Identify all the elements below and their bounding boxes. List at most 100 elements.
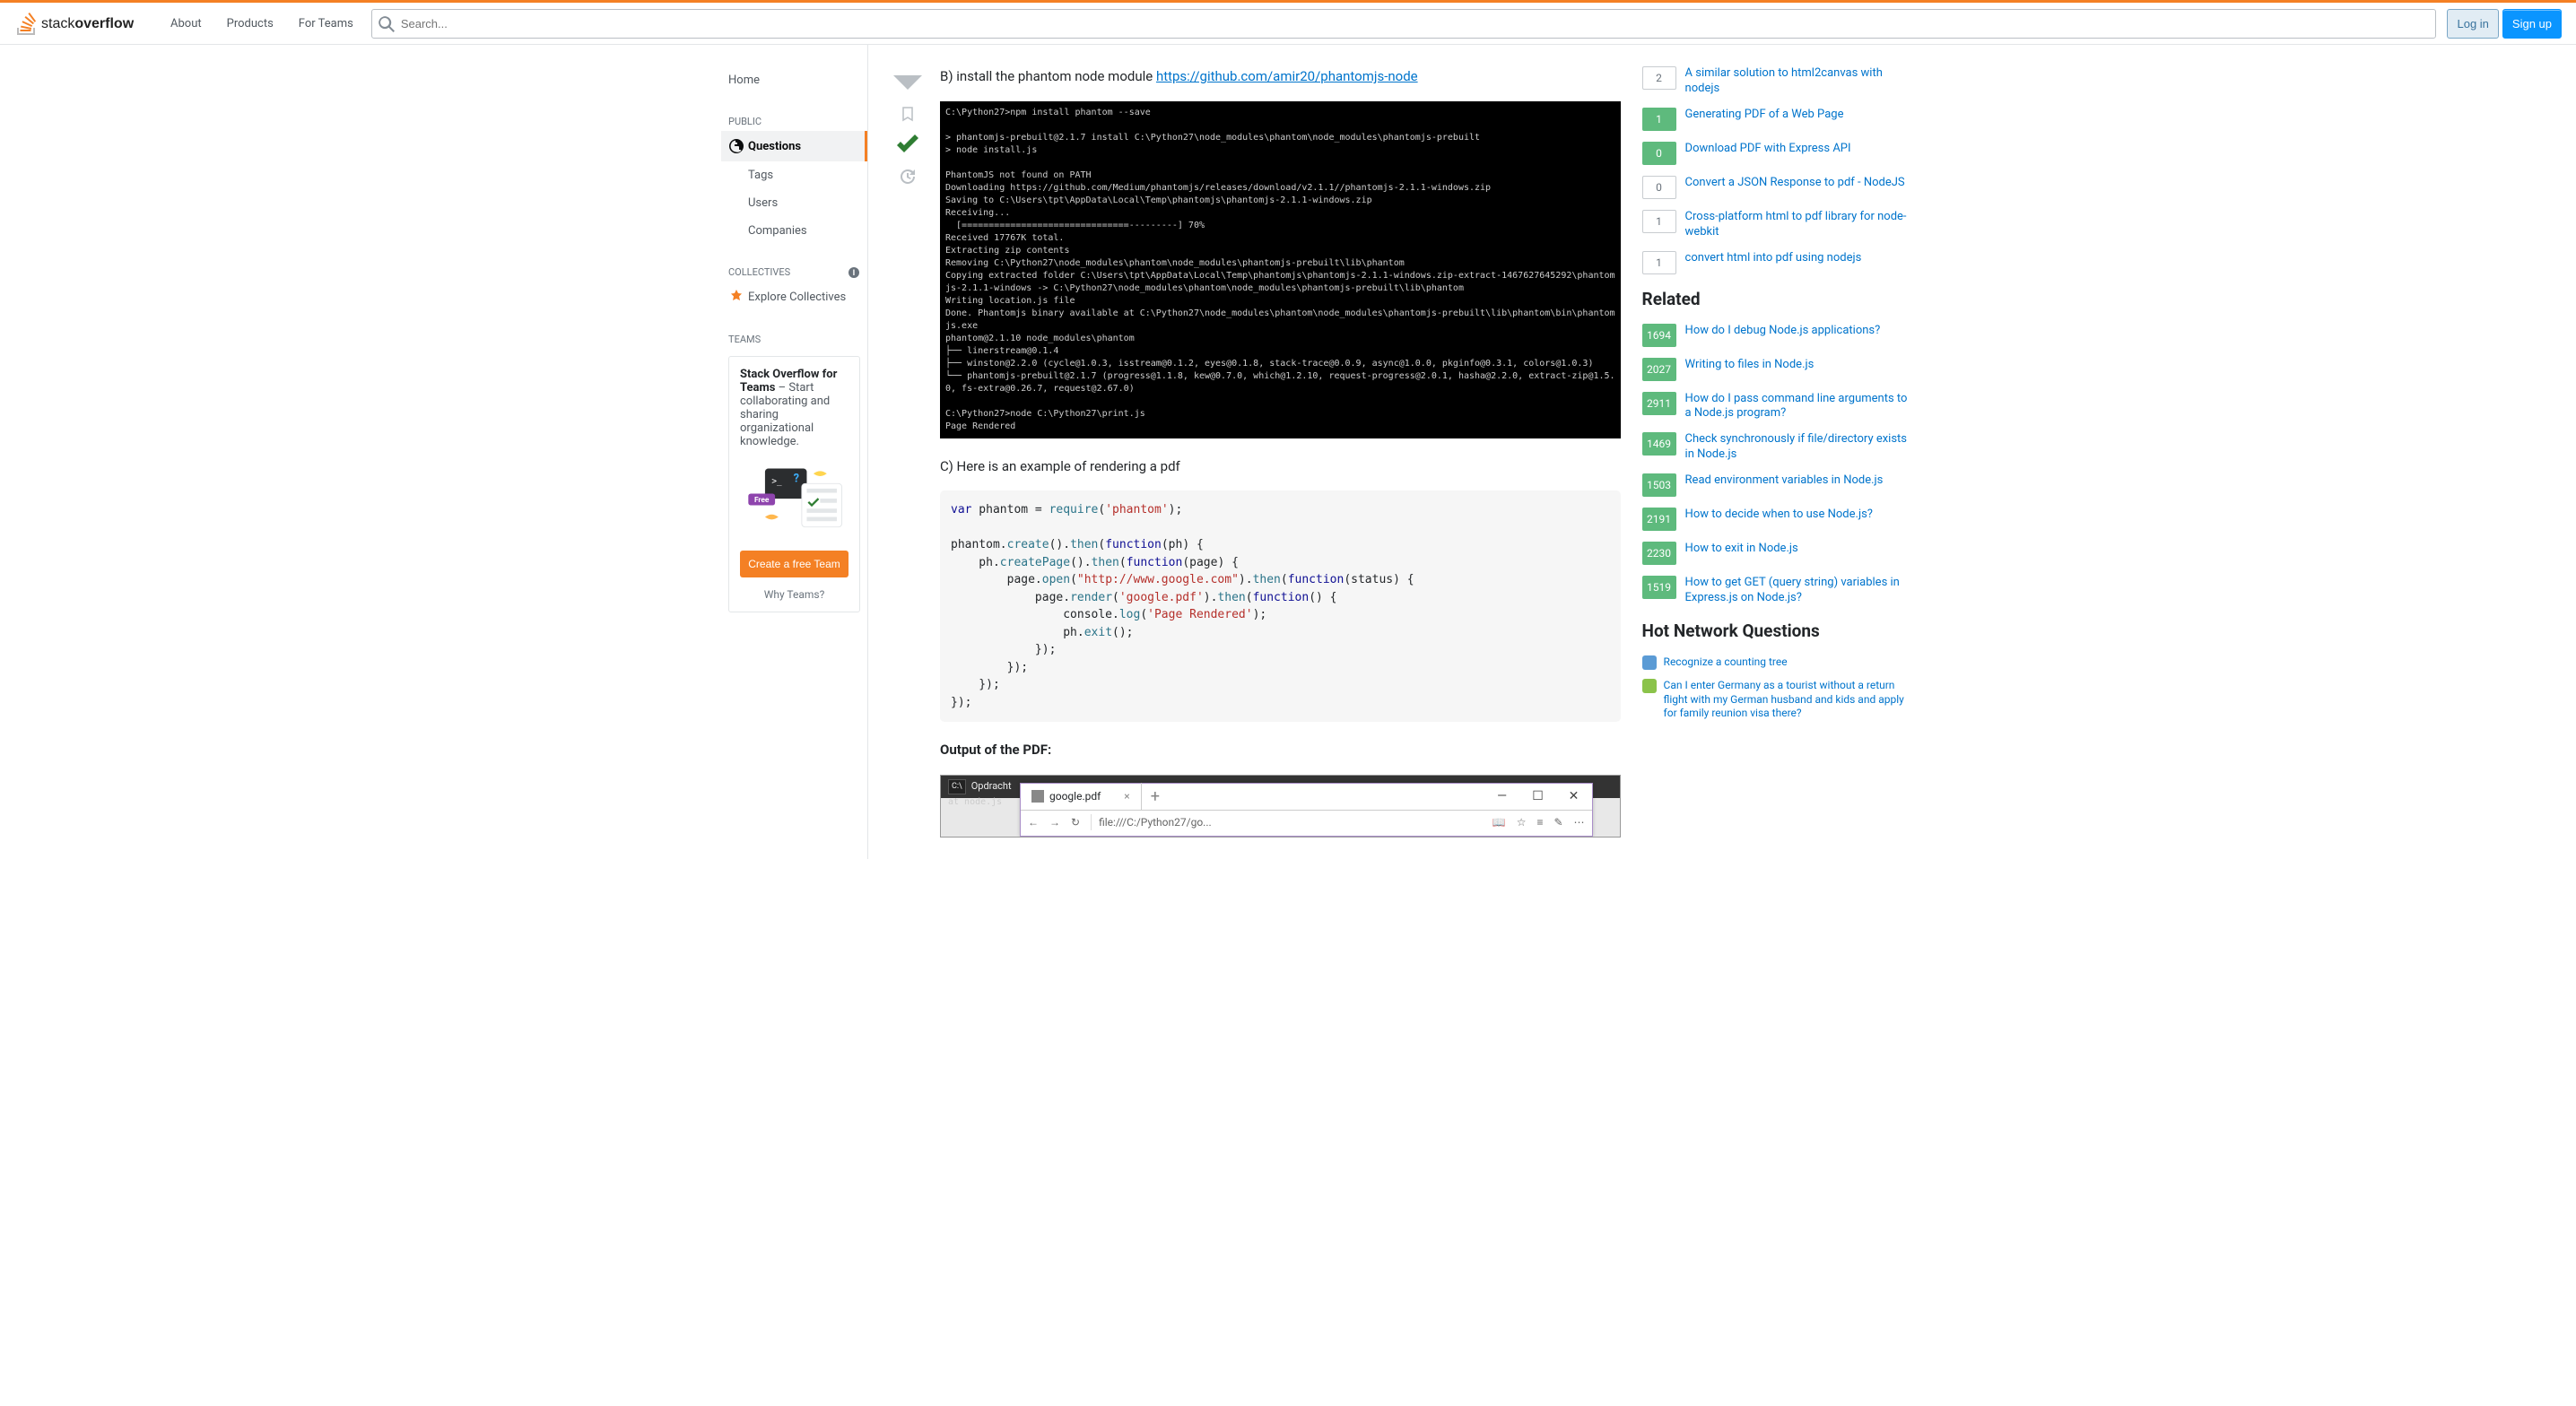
related-item: 2230 How to exit in Node.js: [1642, 542, 1911, 565]
topbar: stackoverflow About Products For Teams L…: [0, 0, 2576, 45]
section-b-text: B) install the phantom node module: [940, 68, 1156, 84]
svg-text:stackoverflow: stackoverflow: [41, 16, 135, 31]
nav-questions[interactable]: Questions: [721, 131, 867, 161]
related-question-link[interactable]: How to get GET (query string) variables …: [1685, 576, 1911, 606]
related-item: 1519 How to get GET (query string) variab…: [1642, 576, 1911, 606]
login-button[interactable]: Log in: [2447, 9, 2498, 39]
hnq-heading: Hot Network Questions: [1642, 621, 1911, 641]
terminal-screenshot: C:\Python27>npm install phantom --save >…: [940, 101, 1621, 438]
linked-item: 1Cross-platform html to pdf library for …: [1642, 210, 1911, 240]
linked-question-link[interactable]: Convert a JSON Response to pdf - NodeJS: [1685, 176, 1905, 191]
main-content: B) install the phantom node module https…: [890, 66, 1621, 838]
nav-questions-label: Questions: [748, 140, 801, 153]
vote-badge: 2: [1642, 66, 1676, 90]
site-icon: [1642, 655, 1657, 670]
vote-badge: 2230: [1642, 542, 1676, 565]
search-icon: [379, 16, 395, 32]
left-sidebar: Home PUBLIC Questions Tags Users Compani…: [721, 45, 868, 859]
vote-badge: 2911: [1642, 392, 1676, 415]
info-icon[interactable]: i: [848, 266, 860, 279]
related-item: 2027 Writing to files in Node.js: [1642, 358, 1911, 381]
right-sidebar: 2 A similar solution to html2canvas with …: [1642, 66, 1911, 838]
vote-cell: [890, 66, 926, 838]
create-team-button[interactable]: Create a free Team: [740, 551, 849, 577]
vote-badge: 1519: [1642, 576, 1676, 599]
nav-about[interactable]: About: [160, 12, 213, 36]
vote-badge: 1469: [1642, 432, 1676, 456]
vote-badge: 1: [1642, 251, 1676, 274]
vote-badge: 1503: [1642, 473, 1676, 497]
related-item: 2191 How to decide when to use Node.js?: [1642, 508, 1911, 531]
linked-item: 0 Download PDF with Express API: [1642, 142, 1911, 165]
vote-badge: 1694: [1642, 324, 1676, 347]
vote-badge: 2027: [1642, 358, 1676, 381]
globe-icon: [728, 138, 744, 154]
nav-heading-public: PUBLIC: [721, 108, 867, 131]
output-heading: Output of the PDF:: [940, 740, 1621, 760]
linked-question-link[interactable]: Cross-platform html to pdf library for n…: [1685, 210, 1911, 240]
related-item: 2911 How do I pass command line arguments…: [1642, 392, 1911, 422]
related-question-link[interactable]: Check synchronously if file/directory ex…: [1685, 432, 1911, 463]
vote-badge: 0: [1642, 176, 1676, 199]
nav-explore-collectives[interactable]: Explore Collectives: [721, 282, 867, 312]
hnq-item: Recognize a counting tree: [1642, 655, 1911, 670]
star-burst-icon: [728, 289, 744, 305]
linked-question-link[interactable]: Generating PDF of a Web Page: [1685, 108, 1844, 123]
linked-questions-list: 2 A similar solution to html2canvas with …: [1642, 66, 1911, 274]
related-question-link[interactable]: How do I debug Node.js applications?: [1685, 324, 1881, 339]
pdf-output-screenshot: C:\ Opdracht at node.js google.pdf ×: [940, 775, 1621, 838]
linked-item: 2 A similar solution to html2canvas with …: [1642, 66, 1911, 97]
nav-heading-teams: TEAMS: [721, 326, 867, 349]
related-item: 1503 Read environment variables in Node.j…: [1642, 473, 1911, 497]
related-heading: Related: [1642, 289, 1911, 309]
why-teams-link[interactable]: Why Teams?: [740, 588, 849, 601]
nav-for-teams[interactable]: For Teams: [288, 12, 364, 36]
vote-badge: 1: [1642, 108, 1676, 131]
hnq-link[interactable]: Recognize a counting tree: [1664, 655, 1788, 670]
linked-question-link[interactable]: convert html into pdf using nodejs: [1685, 251, 1862, 266]
hnq-link[interactable]: Can I enter Germany as a tourist without…: [1664, 679, 1911, 721]
nav-home[interactable]: Home: [721, 66, 867, 94]
section-c-text: C) Here is an example of rendering a pdf: [940, 456, 1621, 477]
svg-text:i: i: [853, 269, 856, 278]
related-item: 1694 How do I debug Node.js applications?: [1642, 324, 1911, 347]
teams-card: Stack Overflow for Teams – Start collabo…: [728, 356, 860, 612]
top-nav: About Products For Teams: [160, 12, 364, 36]
related-question-link[interactable]: Writing to files in Node.js: [1685, 358, 1815, 373]
downvote-icon[interactable]: [892, 66, 924, 99]
search-input[interactable]: [371, 9, 2437, 39]
nav-products[interactable]: Products: [216, 12, 284, 36]
linked-item: 1 convert html into pdf using nodejs: [1642, 251, 1911, 274]
related-question-link[interactable]: How do I pass command line arguments to …: [1685, 392, 1911, 422]
hot-network-list: Recognize a counting tree Can I enter Ger…: [1642, 655, 1911, 721]
code-block: var phantom = require('phantom'); phanto…: [940, 490, 1621, 722]
phantom-github-link[interactable]: https://github.com/amir20/phantomjs-node: [1156, 68, 1418, 84]
linked-item: 1 Generating PDF of a Web Page: [1642, 108, 1911, 131]
history-icon[interactable]: [900, 169, 916, 185]
related-item: 1469 Check synchronously if file/director…: [1642, 432, 1911, 463]
nav-companies[interactable]: Companies: [721, 217, 867, 245]
bookmark-icon[interactable]: [900, 106, 916, 122]
related-question-link[interactable]: How to decide when to use Node.js?: [1685, 508, 1873, 523]
teams-illustration: >_ ? Free: [740, 459, 849, 540]
linked-question-link[interactable]: A similar solution to html2canvas with n…: [1685, 66, 1911, 97]
nav-tags[interactable]: Tags: [721, 161, 867, 189]
nav-heading-collectives: COLLECTIVES i: [721, 259, 867, 282]
hnq-item: Can I enter Germany as a tourist without…: [1642, 679, 1911, 721]
logo[interactable]: stackoverflow: [14, 10, 149, 37]
related-questions-list: 1694 How do I debug Node.js applications?…: [1642, 324, 1911, 606]
signup-button[interactable]: Sign up: [2502, 9, 2562, 39]
search-wrap: [371, 9, 2437, 39]
explore-collectives-label: Explore Collectives: [748, 291, 846, 304]
linked-item: 0 Convert a JSON Response to pdf - NodeJS: [1642, 176, 1911, 199]
site-icon: [1642, 679, 1657, 693]
linked-question-link[interactable]: Download PDF with Express API: [1685, 142, 1851, 157]
svg-text:?: ?: [794, 472, 800, 485]
vote-badge: 0: [1642, 142, 1676, 165]
accepted-check-icon: [892, 129, 924, 161]
vote-badge: 2191: [1642, 508, 1676, 531]
related-question-link[interactable]: How to exit in Node.js: [1685, 542, 1798, 557]
nav-users[interactable]: Users: [721, 189, 867, 217]
svg-text:>_: >_: [771, 476, 782, 486]
related-question-link[interactable]: Read environment variables in Node.js: [1685, 473, 1884, 489]
